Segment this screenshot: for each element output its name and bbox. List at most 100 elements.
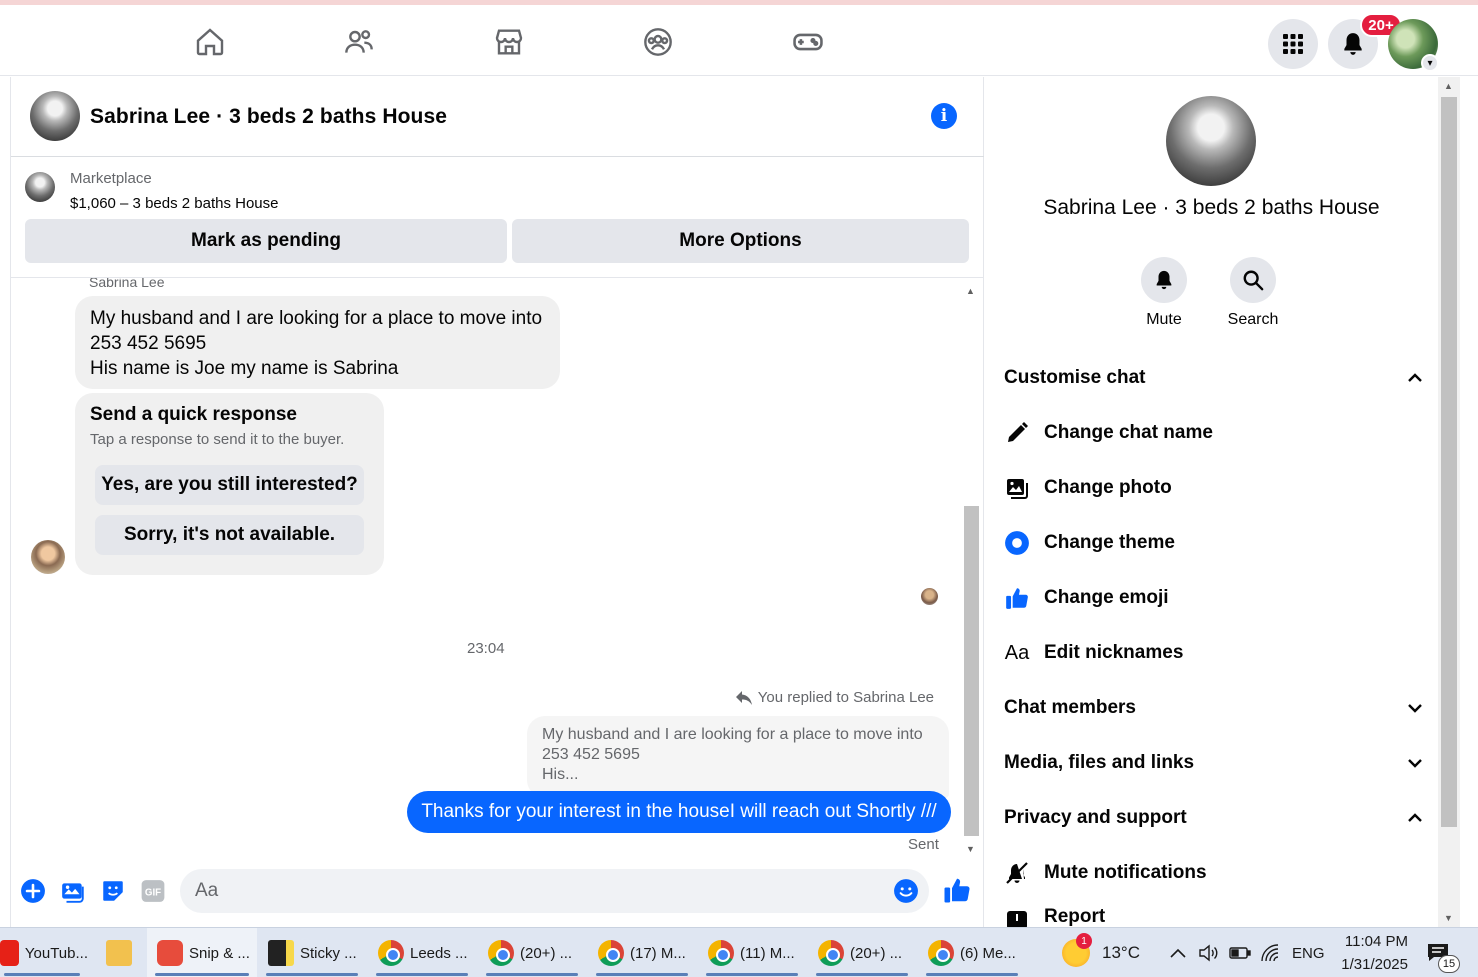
edit-nicknames-option[interactable]: Aa Edit nicknames: [1004, 638, 1184, 668]
taskbar-file-explorer[interactable]: [92, 928, 144, 977]
taskbar-label: Sticky ...: [300, 944, 357, 962]
scroll-down-icon[interactable]: ▼: [1444, 913, 1453, 923]
thumbs-up-icon[interactable]: [941, 874, 973, 906]
chat-avatar[interactable]: [30, 91, 80, 141]
theme-circle-icon: [1004, 530, 1030, 556]
taskbar-chrome-leeds[interactable]: Leeds ...: [368, 928, 476, 977]
message-input[interactable]: [180, 869, 929, 913]
option-label: Change chat name: [1044, 422, 1213, 443]
search-action[interactable]: Search: [1208, 257, 1298, 329]
reply-indicator-text: You replied to Sabrina Lee: [757, 689, 934, 706]
weather-widget[interactable]: 1 13°C: [1062, 928, 1140, 977]
quick-response-not-available-button[interactable]: Sorry, it's not available.: [95, 515, 364, 555]
message-line: 253 452 5695: [90, 333, 207, 354]
message-line: My husband and I are looking for a place…: [90, 308, 543, 329]
battery-icon[interactable]: [1229, 928, 1251, 977]
add-plus-icon[interactable]: [19, 877, 47, 905]
youtube-icon: [0, 940, 19, 966]
friends-icon[interactable]: [342, 25, 376, 59]
change-chat-name-option[interactable]: Change chat name: [1004, 418, 1213, 448]
sender-avatar[interactable]: [31, 540, 65, 574]
chevron-down-icon[interactable]: ▾: [1421, 54, 1439, 72]
quoted-line: His...: [542, 766, 579, 783]
marketplace-label: Marketplace: [70, 170, 152, 187]
windows-taskbar: YouTub... Snip & ... Sticky ... Leeds ..…: [0, 927, 1478, 977]
quoted-message[interactable]: My husband and I are looking for a place…: [527, 716, 949, 798]
quick-response-subtitle: Tap a response to send it to the buyer.: [90, 431, 345, 448]
page-scrollbar[interactable]: ▲ ▼: [1438, 77, 1460, 927]
wifi-icon[interactable]: [1260, 928, 1280, 977]
search-icon[interactable]: [1230, 257, 1276, 303]
taskbar-snip[interactable]: Snip & ...: [147, 928, 257, 977]
emoji-icon[interactable]: [892, 877, 920, 905]
privacy-support-section[interactable]: Privacy and support: [1004, 803, 1422, 833]
message-scrollbar[interactable]: ▲ ▼: [961, 286, 981, 854]
taskbar-sticky-notes[interactable]: Sticky ...: [258, 928, 366, 977]
change-theme-option[interactable]: Change theme: [1004, 528, 1175, 558]
bell-icon[interactable]: [1141, 257, 1187, 303]
info-icon[interactable]: i: [931, 103, 957, 129]
option-label: Report: [1044, 906, 1106, 927]
chevron-up-icon[interactable]: [1408, 367, 1422, 389]
notification-center-icon[interactable]: 15: [1426, 928, 1462, 977]
change-emoji-option[interactable]: Change emoji: [1004, 583, 1169, 613]
listing-thumbnail[interactable]: [25, 172, 55, 202]
chevron-up-icon[interactable]: [1408, 807, 1422, 829]
quoted-line: My husband and I are looking for a place…: [542, 726, 923, 743]
photo-attach-icon[interactable]: [59, 877, 87, 905]
marketplace-icon[interactable]: [492, 25, 526, 59]
taskbar-chrome-6[interactable]: (6) Me...: [918, 928, 1026, 977]
gif-icon[interactable]: GIF: [139, 877, 167, 905]
pencil-icon: [1004, 420, 1030, 446]
folder-icon: [106, 940, 132, 966]
info-avatar[interactable]: [1166, 96, 1256, 186]
home-icon[interactable]: [193, 25, 227, 59]
chrome-icon: [488, 940, 514, 966]
scroll-up-icon[interactable]: ▲: [966, 286, 975, 296]
mute-notifications-option[interactable]: Mute notifications: [1004, 858, 1207, 888]
mute-action[interactable]: Mute: [1119, 257, 1209, 329]
chat-title[interactable]: Sabrina Lee · 3 beds 2 baths House: [90, 105, 447, 129]
groups-icon[interactable]: [641, 25, 675, 59]
info-title: Sabrina Lee · 3 beds 2 baths House: [1043, 196, 1380, 219]
taskbar-chrome-11[interactable]: (11) M...: [698, 928, 806, 977]
chevron-down-icon[interactable]: [1408, 752, 1422, 774]
option-label: Change emoji: [1044, 587, 1169, 608]
sticky-note-icon: [268, 940, 294, 966]
outgoing-message-bubble[interactable]: Thanks for your interest in the houseI w…: [407, 791, 951, 833]
incoming-message-bubble[interactable]: My husband and I are looking for a place…: [75, 296, 560, 389]
change-photo-option[interactable]: Change photo: [1004, 473, 1172, 503]
report-option[interactable]: Report: [1004, 902, 1105, 927]
scroll-up-icon[interactable]: ▲: [1444, 81, 1453, 91]
chrome-icon: [378, 940, 404, 966]
scrollbar-thumb[interactable]: [964, 506, 979, 836]
taskbar-label: (20+) ...: [850, 944, 903, 962]
search-label: Search: [1227, 311, 1279, 328]
menu-grid-icon[interactable]: [1268, 19, 1318, 69]
mark-as-pending-button[interactable]: Mark as pending: [25, 219, 507, 263]
sticker-icon[interactable]: [99, 877, 127, 905]
quick-response-title: Send a quick response: [90, 404, 297, 425]
customise-chat-section[interactable]: Customise chat: [1004, 363, 1422, 393]
chrome-icon: [818, 940, 844, 966]
gaming-icon[interactable]: [791, 25, 825, 59]
chat-members-section[interactable]: Chat members: [1004, 693, 1422, 723]
input-language[interactable]: ENG: [1292, 928, 1325, 977]
section-label: Media, files and links: [1004, 752, 1195, 773]
more-options-button[interactable]: More Options: [512, 219, 969, 263]
taskbar-chrome-20plus-2[interactable]: (20+) ...: [808, 928, 916, 977]
page-scrollbar-thumb[interactable]: [1441, 97, 1457, 827]
taskbar-chrome-17[interactable]: (17) M...: [588, 928, 696, 977]
listing-price-title[interactable]: $1,060 – 3 beds 2 baths House: [70, 195, 279, 212]
speaker-icon[interactable]: [1198, 928, 1218, 977]
taskbar-label: Leeds ...: [410, 944, 468, 962]
option-label: Change theme: [1044, 532, 1175, 553]
chevron-down-icon[interactable]: [1408, 697, 1422, 719]
quick-response-still-interested-button[interactable]: Yes, are you still interested?: [95, 465, 364, 505]
chevron-up-icon[interactable]: [1170, 928, 1186, 977]
taskbar-youtube[interactable]: YouTub...: [0, 928, 88, 977]
taskbar-chrome-20plus[interactable]: (20+) ...: [478, 928, 586, 977]
scroll-down-icon[interactable]: ▼: [966, 844, 975, 854]
media-files-links-section[interactable]: Media, files and links: [1004, 748, 1422, 778]
clock[interactable]: 11:04 PM 1/31/2025: [1336, 928, 1408, 977]
